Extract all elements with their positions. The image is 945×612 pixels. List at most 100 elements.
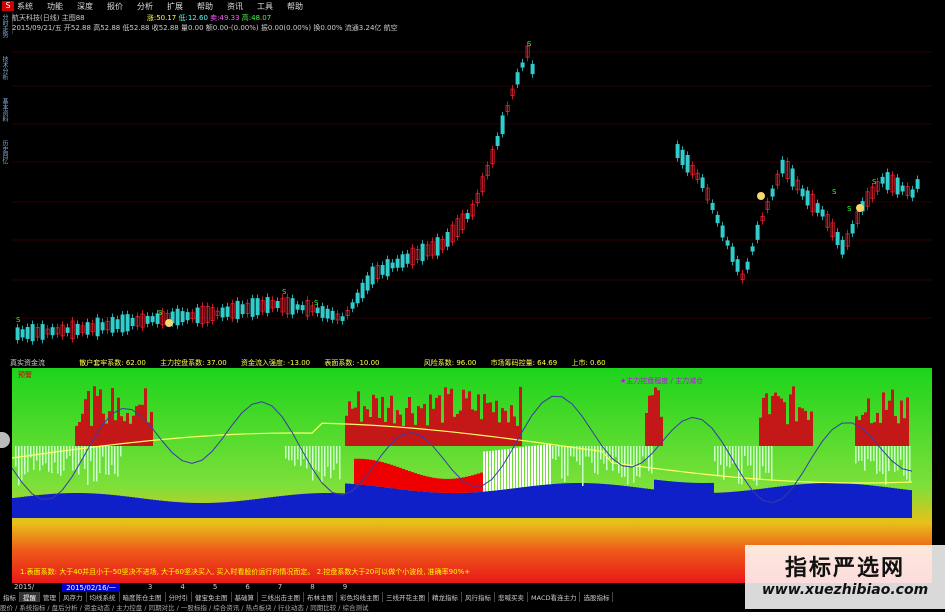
red-high-bar [513,416,516,446]
green-stripe [99,446,101,474]
blue-bar [324,493,327,518]
menu-item-depth[interactable]: 深度 [77,1,93,12]
blue-bar [747,490,750,518]
green-stripe [42,446,44,466]
menu-item-function[interactable]: 功能 [47,1,63,12]
menu-item-help2[interactable]: 帮助 [287,1,303,12]
indicator-tab[interactable]: 健宝免主图 [192,592,232,602]
blue-bar [603,483,606,518]
candle-body [680,149,685,165]
candle-body [400,254,405,268]
menu-item-analysis[interactable]: 分析 [137,1,153,12]
green-stripe [39,446,41,471]
candle-body [325,308,330,319]
candle-body [390,262,395,269]
indicator-tab[interactable]: 风存力 [60,592,87,602]
green-stripe [867,446,869,460]
candle-body [235,300,240,320]
sidebar-tab-fundamental[interactable]: 基本资料 [0,98,9,138]
green-stripe [645,446,647,460]
red-high-bar [885,409,888,446]
blue-bar [483,491,486,518]
indicator-tab[interactable]: 风行指标 [462,592,495,602]
green-stripe [45,446,47,464]
indicator-tab[interactable]: 管理 [40,592,60,602]
red-high-bar [456,413,459,446]
indicator-tab[interactable]: 悲喊买卖 [495,592,528,602]
blue-bar [831,483,834,518]
blue-bar [534,485,537,518]
white-bar [525,446,527,487]
green-stripe [21,446,23,481]
green-stripe [588,446,590,457]
blue-bar [114,495,117,518]
red-low-bar [447,478,450,493]
indicator-tab[interactable]: 均线系统 [87,592,120,602]
blue-bar [597,483,600,518]
red-high-bar [99,389,102,446]
green-stripe [558,446,560,457]
blue-bar [306,493,309,518]
menu-item-help[interactable]: 帮助 [197,1,213,12]
indicator-tab[interactable]: 布林主图 [304,592,337,602]
indicator-value-1: 散户套牢系数: 62.00 [79,359,146,367]
indicator-tab[interactable]: 三线开花主图 [383,592,429,602]
blue-bar [204,502,207,518]
selected-date[interactable]: 2015/02/16/一 [62,583,120,592]
indicator-tab[interactable]: 指标 [0,592,20,602]
indicator-tab[interactable]: 三线出击主图 [258,592,304,602]
green-stripe [567,446,569,476]
candle-body [30,324,35,342]
red-low-bar [357,458,360,485]
indicator-value-2: 主力控盘系数: 37.00 [160,359,227,367]
red-high-bar [459,410,462,446]
blue-bar [423,491,426,518]
blue-bar [576,483,579,518]
candlestick-chart[interactable]: SSSSSSSS 60 [12,34,932,356]
panel-resize-handle[interactable] [0,432,10,448]
menu-item-extend[interactable]: 扩展 [167,1,183,12]
menu-item-system[interactable]: 系统 [17,1,33,12]
green-stripe [294,446,296,466]
candle-body [380,265,385,275]
indicator-tab[interactable]: 基础算 [232,592,258,602]
red-high-bar [858,420,861,446]
indicator-tab[interactable]: 选股指标 [580,592,614,602]
indicator-tab[interactable]: 暗度陈仓主图 [120,592,166,602]
menu-item-tools[interactable]: 工具 [257,1,273,12]
blue-bar [393,488,396,518]
blue-bar [750,489,753,518]
blue-bar [855,484,858,518]
blue-bar [495,490,498,518]
red-high-bar [648,395,651,446]
red-high-bar [450,388,453,446]
red-low-bar [471,475,474,493]
blue-bar [144,498,147,518]
red-low-bar [396,466,399,489]
indicator-tab[interactable]: 彩色均线主图 [337,592,383,602]
blue-bar [702,482,705,518]
red-high-bar [117,397,120,446]
red-high-bar [453,416,456,446]
blue-bar [441,492,444,518]
red-low-bar [453,478,456,493]
indicator-tab[interactable]: 提醒 [20,592,40,602]
sidebar-tab-history[interactable]: 历史回忆 [0,140,9,180]
red-high-bar [441,422,444,446]
indicator-tab[interactable]: 分时引 [166,592,192,602]
green-stripe [552,446,554,459]
sidebar-tab-intraday[interactable]: 分时走势 [0,14,9,54]
menu-item-quote[interactable]: 报价 [107,1,123,12]
blue-bar [804,483,807,518]
blue-bar [291,494,294,518]
indicator-tab[interactable]: MACD看连主力 [528,592,581,602]
blue-bar [450,492,453,518]
candle-body [255,298,260,316]
blue-bar [330,493,333,518]
blue-bar [198,502,201,518]
app-logo-icon[interactable]: S [2,1,14,11]
indicator-tab[interactable]: 精龙指标 [429,592,462,602]
red-high-bar [495,400,498,446]
menu-item-news[interactable]: 资讯 [227,1,243,12]
sidebar-tab-technical[interactable]: 技术分析 [0,56,9,96]
